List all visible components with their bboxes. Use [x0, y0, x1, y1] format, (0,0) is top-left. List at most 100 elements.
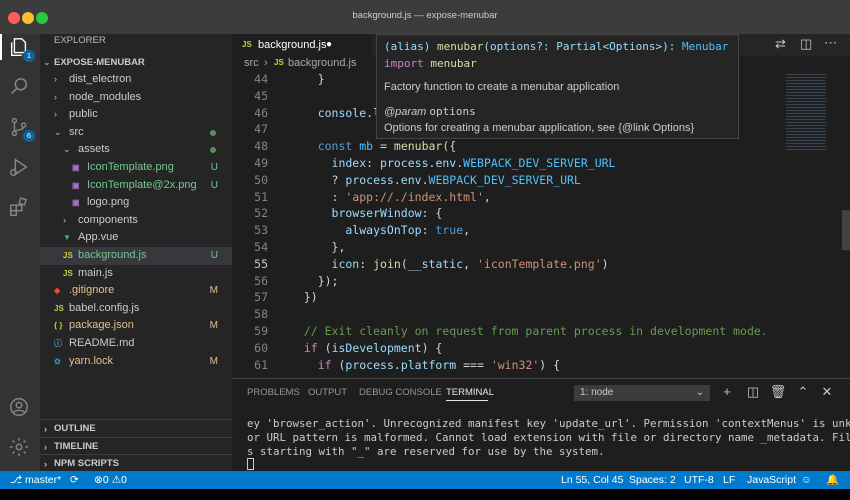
status-bar: ⎇ master* ⟳ ⊗0 ⚠0 Ln 55, Col 45 Spaces: … [0, 471, 850, 489]
source-control-icon[interactable]: 6 [8, 116, 35, 142]
tree-item-label: IconTemplate.png [87, 161, 174, 173]
git-status-badge: M [209, 320, 218, 332]
notifications-bell-icon[interactable]: 🔔 [826, 471, 839, 489]
encoding[interactable]: UTF-8 [684, 471, 714, 489]
error-icon: ⊗ [94, 474, 103, 486]
tree-item[interactable]: ▣ IconTemplate@2x.png U [40, 177, 232, 195]
trash-icon[interactable]: 🗑 [769, 383, 787, 401]
image-file-icon: ▣ [72, 180, 80, 190]
tree-item[interactable]: JS babel.config.js [40, 300, 232, 318]
extensions-icon[interactable] [8, 196, 32, 220]
git-status-badge: M [209, 285, 218, 297]
yarn-file-icon: ✿ [54, 356, 61, 366]
code-line: 49 index: process.env.WEBPACK_DEV_SERVER… [232, 155, 782, 172]
editor-scrollbar[interactable] [842, 210, 850, 250]
code-token: process [345, 357, 394, 372]
line-number: 57 [254, 290, 268, 305]
breadcrumb-src[interactable]: src [244, 56, 259, 70]
problems-status[interactable]: ⊗0 ⚠0 [94, 471, 127, 489]
cursor-position[interactable]: Ln 55, Col 45 [561, 471, 623, 489]
tree-item[interactable]: ◆ .gitignore M [40, 282, 232, 300]
tab-debug-console[interactable]: DEBUG CONSOLE [359, 387, 442, 398]
code-text: if (isDevelopment) { [290, 340, 443, 357]
tree-item-label: logo.png [87, 196, 130, 209]
terminal-select[interactable]: 1: node ⌄ [574, 385, 710, 401]
tab-terminal[interactable]: TERMINAL [446, 387, 494, 398]
git-file-icon: ◆ [54, 286, 61, 296]
language-mode[interactable]: JavaScript [747, 471, 796, 489]
code-token: alwaysOnTop [290, 223, 422, 238]
tree-item[interactable]: ✿ yarn.lock M [40, 353, 232, 371]
end-of-line[interactable]: LF [723, 471, 735, 489]
tree-item[interactable]: JS background.js U [40, 247, 232, 265]
tab-problems[interactable]: PROBLEMS [247, 387, 300, 398]
code-line: 56 }); [232, 273, 782, 290]
tree-item[interactable]: ▣ logo.png [40, 194, 232, 212]
tab-output[interactable]: OUTPUT [308, 387, 347, 398]
branch-status[interactable]: ⎇ master* [10, 471, 61, 489]
code-token: index [290, 156, 367, 170]
indentation[interactable]: Spaces: 2 [629, 471, 676, 489]
tree-item[interactable]: › dist_electron [40, 71, 232, 89]
split-terminal-icon[interactable]: ◫ [744, 383, 762, 401]
settings-gear-icon[interactable] [8, 436, 32, 460]
new-terminal-icon[interactable]: + [718, 383, 736, 401]
warning-count: 0 [121, 474, 127, 486]
split-editor-icon[interactable]: ◫ [800, 36, 812, 52]
explorer-icon[interactable]: 1 [8, 36, 35, 62]
tree-item-label: assets [78, 143, 110, 156]
code-line: 55 icon: join(__static, 'iconTemplate.pn… [232, 256, 782, 273]
tree-item[interactable]: JS main.js [40, 265, 232, 283]
error-count: 0 [102, 474, 109, 486]
folder-icon: › [54, 74, 57, 84]
search-icon[interactable] [8, 76, 32, 100]
sync-icon[interactable]: ⟳ [70, 471, 79, 489]
scm-badge: 6 [23, 130, 35, 142]
more-actions-icon[interactable]: ⋯ [824, 35, 837, 51]
import-keyword: import [384, 57, 431, 70]
tree-item[interactable]: › public [40, 106, 232, 124]
line-number: 50 [254, 172, 268, 187]
minimap[interactable] [782, 70, 850, 375]
code-text: }, [290, 239, 346, 256]
folder-icon: › [54, 91, 57, 102]
tab-background-js[interactable]: JS background.js ● [232, 34, 372, 56]
tree-item[interactable]: ▼ App.vue [40, 229, 232, 247]
code-line: 57 }) [232, 289, 782, 306]
line-number: 53 [254, 223, 268, 238]
timeline-section[interactable]: › TIMELINE [40, 437, 232, 455]
tree-item[interactable]: › components [40, 212, 232, 230]
code-token: process [345, 172, 394, 187]
js-file-icon: JS [63, 251, 73, 260]
code-token: } [290, 72, 325, 86]
run-debug-icon[interactable] [8, 156, 32, 180]
tree-item[interactable]: ⌄ src [40, 124, 232, 142]
tree-item[interactable]: ⓘ README.md [40, 335, 232, 353]
signature-return: Menubar [682, 40, 729, 53]
code-text: if (process.platform === 'win32') { [290, 357, 560, 374]
code-token: 'app://./index.html' [345, 189, 484, 204]
code-token: ) { [539, 357, 561, 372]
npm-scripts-section[interactable]: › NPM SCRIPTS [40, 454, 232, 472]
line-number: 47 [254, 122, 268, 137]
project-root[interactable]: ⌄ EXPOSE-MENUBAR [40, 54, 232, 72]
tree-item[interactable]: ⌄ assets [40, 141, 232, 159]
tree-item-label: node_modules [69, 90, 142, 103]
tree-item[interactable]: ▣ IconTemplate.png U [40, 159, 232, 177]
code-token: browserWindow [290, 206, 422, 221]
chevron-right-icon: › [264, 57, 268, 69]
outline-section[interactable]: › OUTLINE [40, 419, 232, 437]
chevron-down-icon: ⌄ [43, 57, 51, 67]
account-icon[interactable] [8, 396, 32, 420]
open-changes-icon[interactable]: ⇄ [775, 36, 786, 52]
close-panel-icon[interactable]: ✕ [818, 383, 836, 401]
chevron-right-icon: › [44, 424, 47, 434]
git-status-badge: M [209, 355, 218, 367]
code-text: index: process.env.WEBPACK_DEV_SERVER_UR… [290, 155, 616, 172]
breadcrumb-file[interactable]: background.js [288, 56, 357, 70]
tree-item[interactable]: › node_modules [40, 89, 232, 107]
unsaved-dot-icon[interactable]: ● [326, 34, 332, 56]
feedback-icon[interactable]: ☺ [801, 471, 812, 489]
maximize-panel-icon[interactable]: ⌃ [794, 383, 812, 401]
tree-item[interactable]: { } package.json M [40, 317, 232, 335]
